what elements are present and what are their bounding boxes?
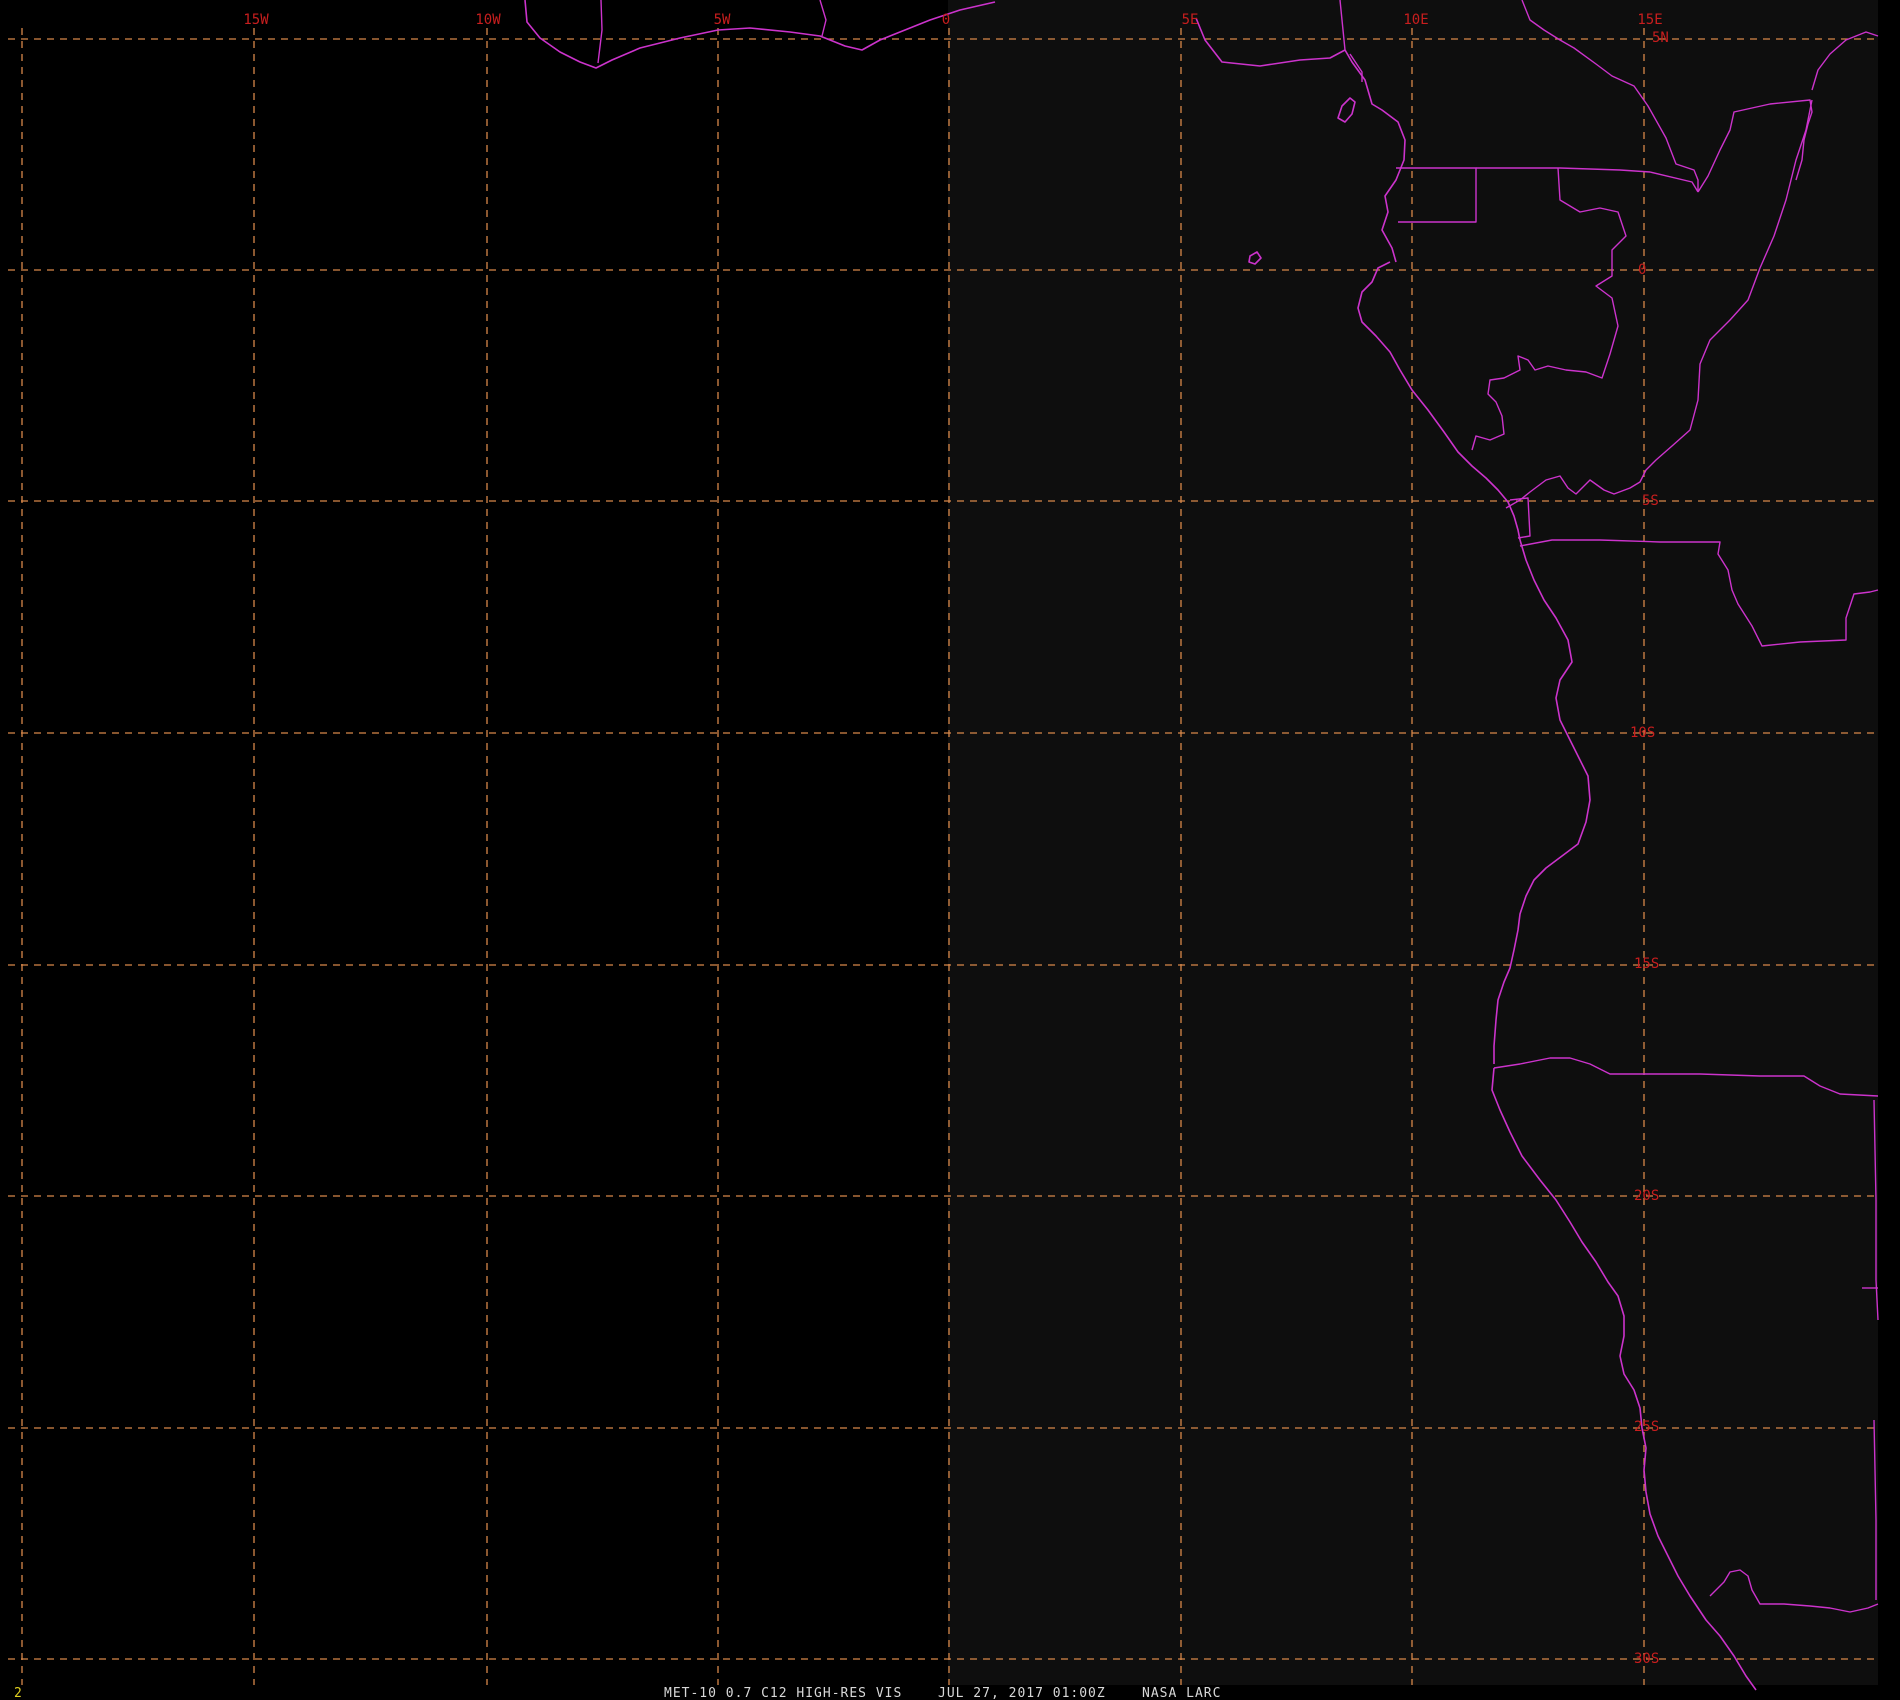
- lat-label-30s: 30S: [1634, 1651, 1659, 1667]
- lon-label-5e: 5E: [1182, 12, 1199, 28]
- lat-label-0: 0: [1638, 262, 1646, 278]
- lat-label-20s: 20S: [1634, 1188, 1659, 1204]
- lat-label-15s: 15S: [1634, 956, 1659, 972]
- caption-source: NASA LARC: [1142, 1686, 1221, 1700]
- lat-label-10s: 10S: [1630, 725, 1655, 741]
- caption-satellite: MET-10 0.7 C12 HIGH-RES VIS: [664, 1686, 902, 1700]
- lon-label-10e: 10E: [1403, 12, 1428, 28]
- lat-label-5s: 5S: [1642, 493, 1659, 509]
- frame-number: 2: [14, 1686, 22, 1700]
- map-background-right: [948, 0, 1878, 1685]
- map-background-edge: [1878, 0, 1900, 1690]
- caption-datetime: JUL 27, 2017 01:00Z: [938, 1686, 1106, 1700]
- lon-label-5w: 5W: [714, 12, 731, 28]
- map-canvas: 15W 10W 5W 0 5E 10E 15E 5N 0 5S 10S 15S …: [0, 0, 1900, 1700]
- lon-label-15e: 15E: [1637, 12, 1662, 28]
- lon-label-0: 0: [942, 12, 950, 28]
- lon-label-15w: 15W: [243, 12, 269, 28]
- lat-label-25s: 25S: [1634, 1419, 1659, 1435]
- lat-label-5n: 5N: [1652, 30, 1669, 46]
- lon-label-10w: 10W: [475, 12, 501, 28]
- satellite-map: 15W 10W 5W 0 5E 10E 15E 5N 0 5S 10S 15S …: [0, 0, 1900, 1700]
